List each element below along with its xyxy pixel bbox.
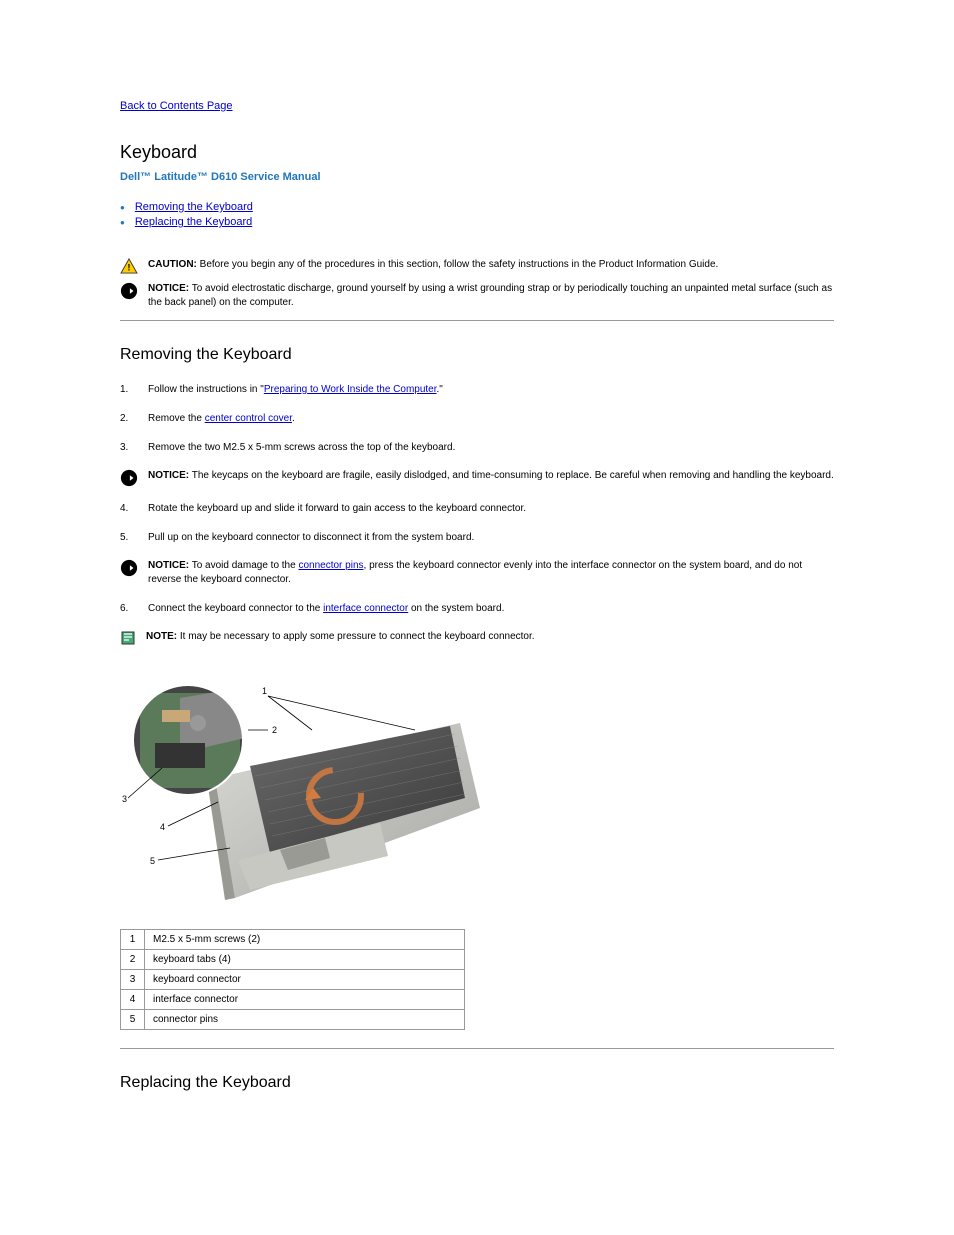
divider	[120, 320, 834, 321]
notice-keycaps: NOTICE: The keycaps on the keyboard are …	[120, 469, 834, 487]
caution-label: CAUTION:	[148, 259, 197, 270]
toc-link-replacing[interactable]: Replacing the Keyboard	[135, 216, 252, 228]
removing-keyboard-heading: Removing the Keyboard	[120, 346, 834, 364]
notice-label: NOTICE:	[148, 283, 189, 294]
svg-text:4: 4	[160, 822, 165, 832]
caution-text: Before you begin any of the procedures i…	[200, 259, 719, 270]
svg-text:2: 2	[272, 725, 277, 735]
page-title: Keyboard	[120, 142, 834, 163]
toc-link-removing[interactable]: Removing the Keyboard	[135, 201, 253, 213]
divider	[120, 1048, 834, 1049]
caution-icon: !	[120, 258, 138, 274]
step-3: 3.Remove the two M2.5 x 5-mm screws acro…	[120, 440, 834, 455]
replacing-keyboard-heading: Replacing the Keyboard	[120, 1074, 834, 1092]
note-pressure: NOTE: It may be necessary to apply some …	[120, 630, 834, 646]
document-subtitle: Dell™ Latitude™ D610 Service Manual	[120, 171, 834, 183]
caution-notice: ! CAUTION: Before you begin any of the p…	[120, 258, 834, 274]
svg-text:3: 3	[122, 794, 127, 804]
link-center-cover[interactable]: center control cover	[205, 413, 292, 424]
notice-esd: NOTICE: To avoid electrostatic discharge…	[120, 282, 834, 310]
step-5: 5.Pull up on the keyboard connector to d…	[120, 530, 834, 545]
link-interface-connector[interactable]: interface connector	[323, 603, 408, 614]
link-connector-pins[interactable]: connector pins	[298, 560, 363, 571]
back-to-contents-link[interactable]: Back to Contents Page	[120, 100, 834, 112]
svg-text:5: 5	[150, 856, 155, 866]
step-6: 6.Connect the keyboard connector to the …	[120, 601, 834, 616]
toc-bullets: Removing the Keyboard Replacing the Keyb…	[120, 201, 834, 228]
notice-icon	[120, 282, 138, 300]
link-preparing[interactable]: Preparing to Work Inside the Computer	[264, 384, 437, 395]
notice-icon	[120, 559, 138, 577]
step-2: 2.Remove the center control cover.	[120, 411, 834, 426]
step-4: 4.Rotate the keyboard up and slide it fo…	[120, 501, 834, 516]
step-1: 1.Follow the instructions in "Preparing …	[120, 382, 834, 397]
svg-text:!: !	[128, 262, 131, 272]
notice-icon	[120, 469, 138, 487]
keyboard-diagram: 1 2 3 4 5	[120, 668, 480, 908]
notice-connector: NOTICE: To avoid damage to the connector…	[120, 559, 834, 587]
note-icon	[120, 630, 136, 646]
svg-text:1: 1	[262, 686, 267, 696]
notice-text: To avoid electrostatic discharge, ground…	[148, 283, 832, 308]
callout-table: 1M2.5 x 5-mm screws (2) 2keyboard tabs (…	[120, 929, 465, 1030]
